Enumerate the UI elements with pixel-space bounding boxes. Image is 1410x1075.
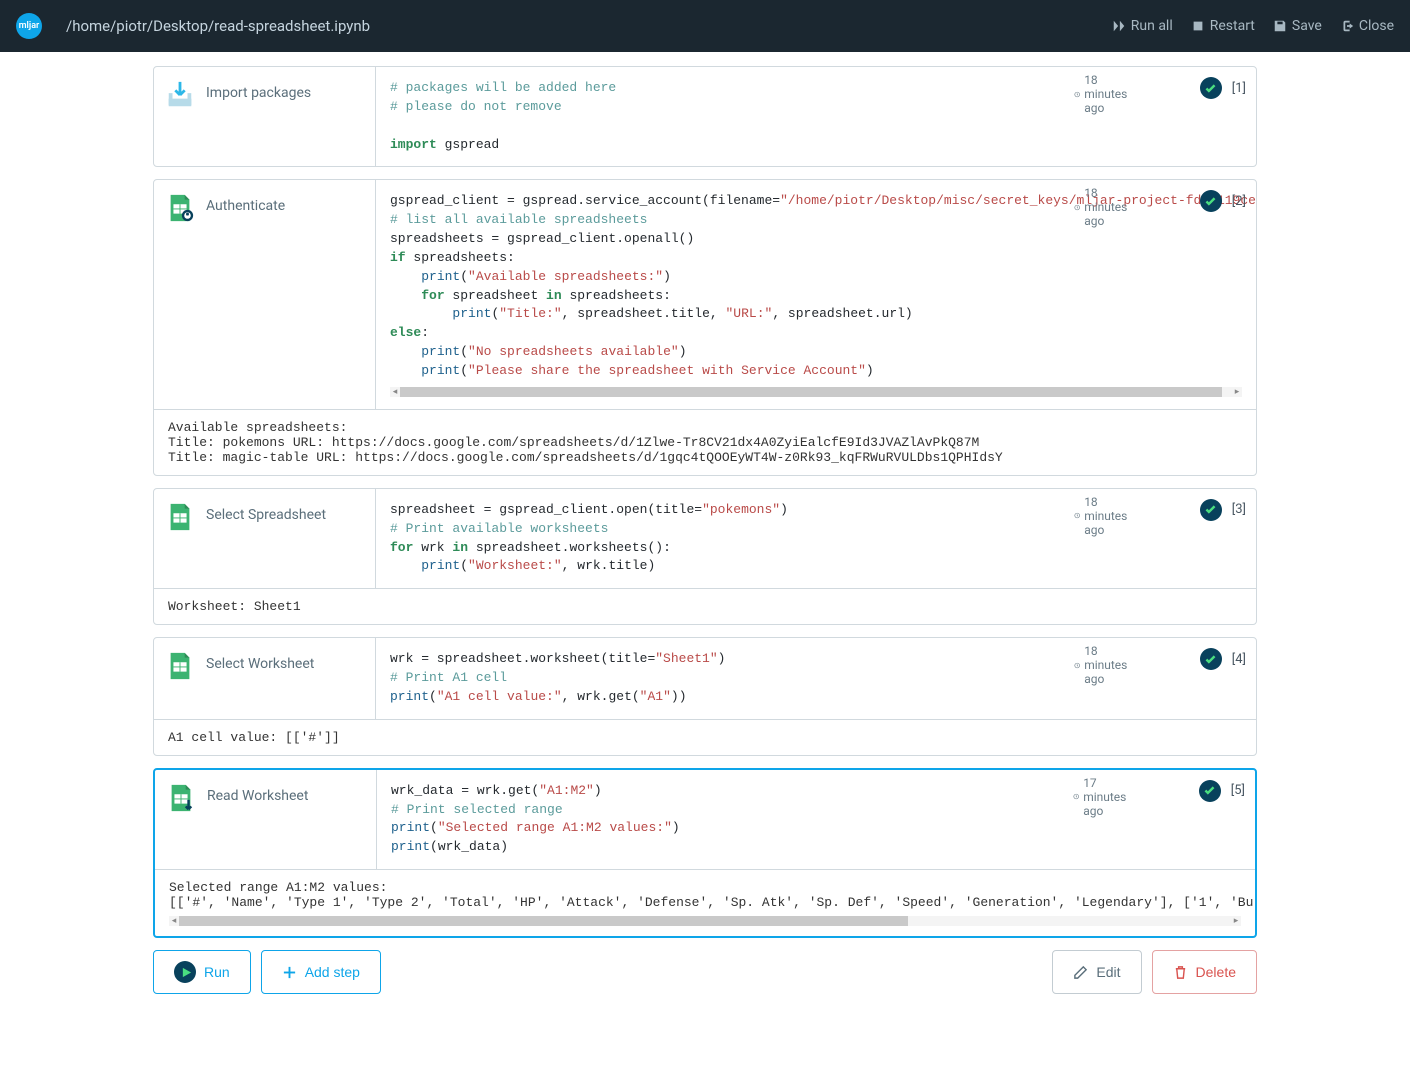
cell-timestamp: 17 minutes ago (1073, 776, 1131, 818)
run-all-label: Run all (1131, 18, 1173, 34)
fast-forward-icon (1112, 19, 1126, 33)
close-label: Close (1359, 18, 1394, 34)
bottom-toolbar: Run Add step Edit Delete (153, 950, 1257, 994)
cell-label: Select Spreadsheet (154, 489, 376, 588)
delete-label: Delete (1196, 964, 1236, 980)
clock-icon (1074, 510, 1080, 521)
run-all-button[interactable]: Run all (1112, 18, 1173, 34)
output-text: Selected range A1:M2 values: [['#', 'Nam… (169, 880, 1241, 910)
cell-title: Select Worksheet (206, 650, 314, 672)
scroll-thumb[interactable] (400, 387, 1222, 397)
sheets-select-icon (164, 501, 196, 533)
exec-count: [2] (1232, 194, 1246, 209)
cell-title: Select Spreadsheet (206, 501, 326, 523)
exec-count: [3] (1232, 502, 1246, 517)
scroll-right-arrow[interactable]: ▸ (1232, 387, 1242, 397)
cell-label: Read Worksheet (155, 770, 377, 869)
cell-output: Worksheet: Sheet1 (154, 588, 1256, 624)
header-actions: Run all Restart Save Close (1112, 18, 1394, 34)
notebook-filepath: /home/piotr/Desktop/read-spreadsheet.ipy… (66, 17, 1112, 35)
code-hscrollbar[interactable]: ◂ ▸ (390, 387, 1242, 397)
scroll-thumb[interactable] (179, 916, 908, 926)
cell-output: Available spreadsheets: Title: pokemons … (154, 409, 1256, 475)
cell-import-packages[interactable]: Import packages # packages will be added… (153, 66, 1257, 167)
clock-icon (1074, 202, 1080, 213)
cell-title: Authenticate (206, 192, 285, 214)
scroll-left-arrow[interactable]: ◂ (390, 387, 400, 397)
cell-title: Read Worksheet (207, 782, 308, 804)
restart-label: Restart (1210, 18, 1255, 34)
exec-count: [1] (1232, 81, 1246, 96)
add-step-button[interactable]: Add step (261, 950, 381, 994)
play-icon (174, 961, 196, 983)
restart-button[interactable]: Restart (1191, 18, 1255, 34)
stop-icon (1191, 19, 1205, 33)
cell-label: Import packages (154, 67, 376, 166)
edit-label: Edit (1096, 964, 1120, 980)
success-badge (1199, 780, 1221, 802)
sheets-worksheet-icon (164, 650, 196, 682)
sheets-read-icon (165, 782, 197, 814)
clock-icon (1073, 791, 1079, 802)
scroll-left-arrow[interactable]: ◂ (169, 916, 179, 926)
app-logo: mljar (16, 13, 42, 39)
cell-label: Select Worksheet (154, 638, 376, 719)
add-step-label: Add step (305, 964, 360, 980)
run-label: Run (204, 964, 230, 980)
exec-count: [5] (1231, 783, 1245, 798)
cell-output: A1 cell value: [['#']] (154, 719, 1256, 755)
app-header: mljar /home/piotr/Desktop/read-spreadshe… (0, 0, 1410, 52)
success-badge (1200, 648, 1222, 670)
output-text: Available spreadsheets: Title: pokemons … (168, 420, 1242, 465)
trash-icon (1173, 965, 1188, 980)
pencil-icon (1073, 965, 1088, 980)
cell-timestamp: 18 minutes ago (1074, 495, 1132, 537)
cell-timestamp: 18 minutes ago (1074, 644, 1132, 686)
plus-icon (282, 965, 297, 980)
download-icon (164, 79, 196, 111)
save-button[interactable]: Save (1273, 18, 1322, 34)
output-hscrollbar[interactable]: ◂ ▸ (169, 916, 1241, 926)
exec-count: [4] (1232, 652, 1246, 667)
success-badge (1200, 77, 1222, 99)
sheets-auth-icon (164, 192, 196, 224)
success-badge (1200, 190, 1222, 212)
delete-button[interactable]: Delete (1152, 950, 1257, 994)
scroll-right-arrow[interactable]: ▸ (1231, 916, 1241, 926)
cell-select-spreadsheet[interactable]: Select Spreadsheet spreadsheet = gspread… (153, 488, 1257, 625)
close-button[interactable]: Close (1340, 18, 1394, 34)
cell-output: Selected range A1:M2 values: [['#', 'Nam… (155, 869, 1255, 936)
cell-select-worksheet[interactable]: Select Worksheet wrk = spreadsheet.works… (153, 637, 1257, 756)
cell-authenticate[interactable]: Authenticate gspread_client = gspread.se… (153, 179, 1257, 475)
output-text: Worksheet: Sheet1 (168, 599, 1242, 614)
cell-read-worksheet[interactable]: Read Worksheet wrk_data = wrk.get("A1:M2… (153, 768, 1257, 938)
success-badge (1200, 499, 1222, 521)
cell-timestamp: 18 minutes ago (1074, 73, 1132, 115)
clock-icon (1074, 89, 1080, 100)
save-label: Save (1292, 18, 1322, 34)
clock-icon (1074, 660, 1080, 671)
output-text: A1 cell value: [['#']] (168, 730, 1242, 745)
cell-label: Authenticate (154, 180, 376, 408)
notebook-container: Import packages # packages will be added… (139, 52, 1271, 1008)
cell-timestamp: 18 minutes ago (1074, 186, 1132, 228)
cell-title: Import packages (206, 79, 311, 101)
edit-button[interactable]: Edit (1052, 950, 1141, 994)
run-button[interactable]: Run (153, 950, 251, 994)
sign-out-icon (1340, 19, 1354, 33)
save-icon (1273, 19, 1287, 33)
